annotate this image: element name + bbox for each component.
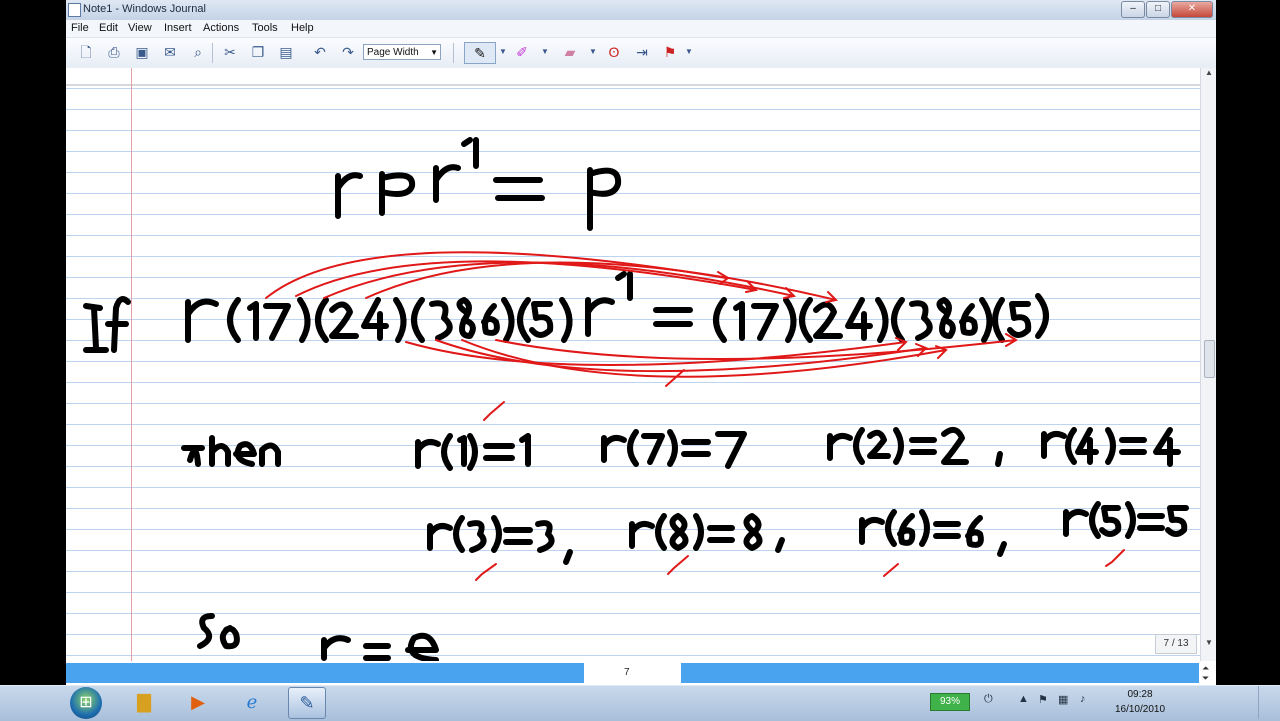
menu-view[interactable]: View <box>128 22 152 34</box>
menu-bar: File Edit View Insert Actions Tools Help <box>66 20 1216 38</box>
clock-time[interactable]: 09:28 <box>1110 689 1170 700</box>
chevron-down-icon: ▼ <box>430 48 438 57</box>
page-bar-before[interactable] <box>66 663 584 683</box>
paste-icon[interactable]: ▤ <box>276 42 296 62</box>
journal-window: Note1 - Windows Journal – □ ✕ File Edit … <box>66 0 1216 685</box>
page-counter: 7 / 13 <box>1155 634 1197 654</box>
maximize-button[interactable]: □ <box>1146 1 1170 18</box>
open-icon[interactable]: ⎙ <box>104 42 124 62</box>
title-bar: Note1 - Windows Journal – □ ✕ <box>66 0 1216 21</box>
toolbar: 🗋 ⎙ ▣ ✉ ⌕ ✂ ❐ ▤ ↶ ↷ Page Width ▼ ✎ ▼ ✐ ▼… <box>66 38 1216 69</box>
battery-indicator[interactable]: 93% <box>930 693 970 711</box>
chevron-down-icon[interactable]: ▼ <box>540 42 550 62</box>
ink-line-2 <box>83 271 1049 353</box>
undo-icon[interactable]: ↶ <box>310 42 330 62</box>
copy-icon[interactable]: ❐ <box>248 42 268 62</box>
close-button[interactable]: ✕ <box>1171 1 1213 18</box>
pen-icon[interactable]: ✎ <box>464 42 496 64</box>
menu-tools[interactable]: Tools <box>252 22 278 34</box>
chevron-down-icon[interactable]: ▼ <box>498 42 508 62</box>
menu-edit[interactable]: Edit <box>99 22 118 34</box>
journal-app-icon <box>68 3 81 17</box>
page-down-icon[interactable]: ⏷ <box>1202 673 1209 684</box>
media-player-icon[interactable]: ▶ <box>180 687 216 717</box>
insert-space-icon[interactable]: ⇥ <box>632 42 652 62</box>
cut-icon[interactable]: ✂ <box>220 42 240 62</box>
save-icon[interactable]: ▣ <box>132 42 152 62</box>
page-number: 7 <box>624 667 630 678</box>
toolbar-separator <box>453 43 454 63</box>
menu-help[interactable]: Help <box>291 22 314 34</box>
eraser-icon[interactable]: ▰ <box>560 42 580 62</box>
flag-icon[interactable]: ⚑ <box>660 42 680 62</box>
send-icon[interactable]: ✉ <box>160 42 180 62</box>
page-bar-after[interactable] <box>681 663 1199 683</box>
volume-icon[interactable]: ♪ <box>1080 693 1086 705</box>
ink-line-5 <box>197 613 439 661</box>
menu-file[interactable]: File <box>71 22 89 34</box>
zoom-select[interactable]: Page Width ▼ <box>363 44 441 60</box>
scroll-down-icon[interactable]: ▼ <box>1205 638 1213 647</box>
scroll-up-icon[interactable]: ▲ <box>1205 68 1213 77</box>
redo-icon[interactable]: ↷ <box>338 42 358 62</box>
minimize-button[interactable]: – <box>1121 1 1145 18</box>
note-page[interactable]: 7 / 13 <box>66 68 1200 661</box>
journal-taskbar-icon[interactable]: ✎ <box>288 687 326 719</box>
handwritten-ink <box>83 137 1189 661</box>
page-navigation-bar[interactable]: 7 ⏶ ⏷ <box>66 661 1216 685</box>
show-desktop-button[interactable] <box>1258 686 1273 719</box>
start-button[interactable]: ⊞ <box>70 687 102 719</box>
ink-line-3 <box>181 401 1181 471</box>
find-icon[interactable]: ⌕ <box>188 42 208 62</box>
explorer-icon[interactable]: ▇ <box>126 687 162 717</box>
window-title: Note1 - Windows Journal <box>83 3 206 15</box>
vertical-scrollbar[interactable]: ▲ ▼ <box>1200 68 1216 661</box>
toolbar-separator <box>212 43 213 63</box>
chevron-down-icon[interactable]: ▼ <box>684 42 694 62</box>
action-center-flag-icon[interactable]: ⚑ <box>1038 693 1048 706</box>
zoom-value: Page Width <box>367 47 419 58</box>
ink-line-1 <box>335 137 622 231</box>
clock-date[interactable]: 16/10/2010 <box>1110 704 1170 715</box>
new-note-icon[interactable]: 🗋 <box>76 42 96 62</box>
power-icon[interactable]: ⏻ <box>984 693 993 706</box>
show-hidden-icons-icon[interactable]: ▲ <box>1018 693 1029 705</box>
chevron-down-icon[interactable]: ▼ <box>588 42 598 62</box>
ink-line-4 <box>427 501 1189 581</box>
menu-insert[interactable]: Insert <box>164 22 192 34</box>
highlighter-icon[interactable]: ✐ <box>512 42 532 62</box>
scrollbar-thumb[interactable] <box>1204 340 1215 378</box>
network-icon[interactable]: ▦ <box>1058 693 1068 706</box>
lasso-icon[interactable]: ʘ <box>604 42 624 62</box>
internet-explorer-icon[interactable]: ℯ <box>234 687 270 717</box>
menu-actions[interactable]: Actions <box>203 22 239 34</box>
